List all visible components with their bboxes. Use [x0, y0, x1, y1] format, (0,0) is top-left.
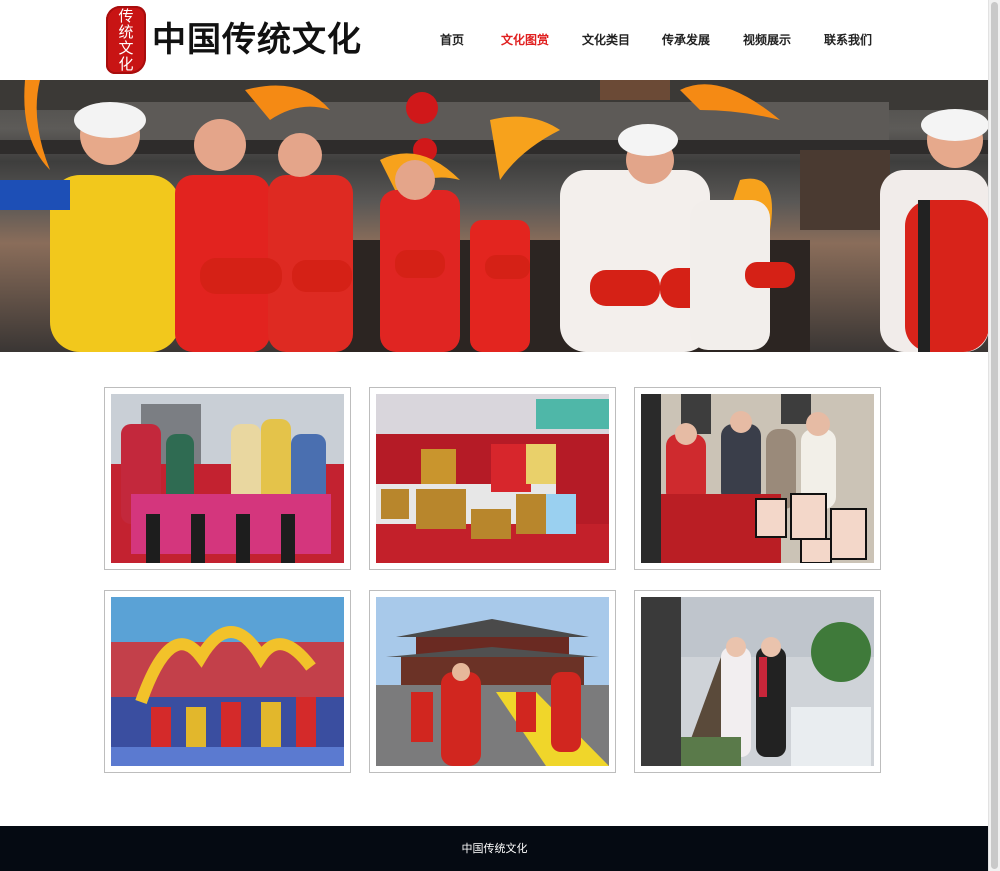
nav-item-videos[interactable]: 视频展示	[743, 30, 791, 50]
nav-item-categories[interactable]: 文化类目	[582, 30, 630, 50]
seal-char: 统	[118, 23, 134, 41]
hero-illustration	[0, 80, 989, 352]
logo-seal-icon[interactable]: 传 统 文 化	[106, 6, 146, 74]
nav-item-gallery[interactable]: 文化图赏	[501, 30, 549, 50]
site-header: 传 统 文 化 中国传统文化 首页 文化图赏 文化类目 传承发展 视频展示 联系…	[0, 0, 989, 80]
paper-cut-art-exhibition-photo	[376, 394, 609, 563]
seal-char: 化	[118, 55, 134, 73]
gallery-card[interactable]	[634, 387, 881, 570]
site-footer: 中国传统文化	[0, 826, 989, 871]
gallery-card[interactable]	[104, 387, 351, 570]
site-title[interactable]: 中国传统文化	[152, 19, 362, 61]
nav-item-heritage[interactable]: 传承发展	[662, 30, 710, 50]
gallery-grid	[104, 387, 882, 775]
vertical-scrollbar[interactable]	[988, 0, 1000, 871]
scrollbar-thumb[interactable]	[991, 2, 998, 869]
temple-hanfu-ceremony-photo	[376, 597, 609, 766]
nav-item-contact[interactable]: 联系我们	[824, 30, 872, 50]
seal-char: 传	[118, 7, 134, 25]
footer-text: 中国传统文化	[461, 842, 528, 855]
gallery-card[interactable]	[634, 590, 881, 773]
hanfu-stage-show-photo	[641, 597, 874, 766]
opera-costume-performers-photo	[111, 394, 344, 563]
paper-cutting-craft-photo	[641, 394, 874, 563]
gallery-card[interactable]	[369, 387, 616, 570]
dragon-dance-photo	[111, 597, 344, 766]
gallery-card[interactable]	[104, 590, 351, 773]
nav-item-home[interactable]: 首页	[440, 30, 464, 50]
seal-char: 文	[118, 39, 134, 57]
gallery-card[interactable]	[369, 590, 616, 773]
hero-banner-image	[0, 80, 989, 352]
